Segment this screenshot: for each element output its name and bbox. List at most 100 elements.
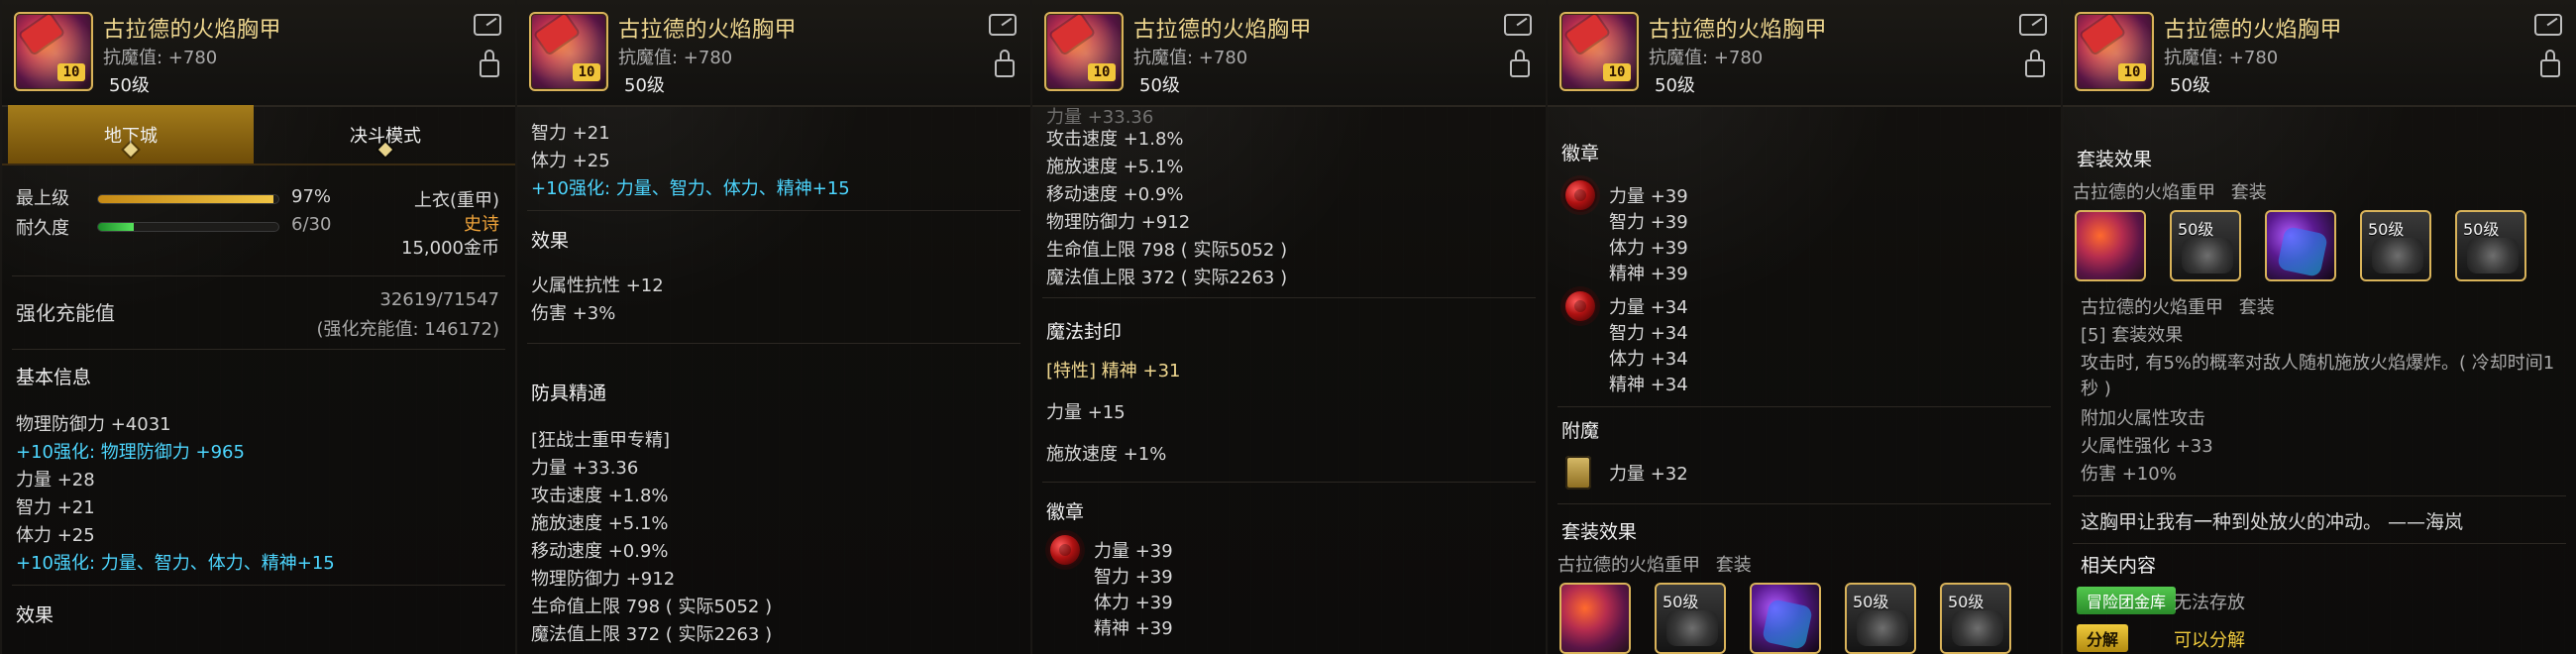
item-icon: 10 [1559,12,1639,91]
item-icon: 10 [529,12,608,91]
set-item-5[interactable]: 50级 [1940,583,2011,654]
p5-extra-line-2: 火属性强化 +33 [2081,436,2213,457]
item-icon-plus10: 10 [1088,63,1116,81]
lock-icon[interactable] [995,50,1015,77]
tab-dungeon[interactable]: 地下城 [8,105,254,164]
item-subtitle: 抗魔值: +780 [1133,48,1248,68]
item-title: 古拉德的火焰胸甲 [618,18,798,43]
p3-top-line-2: 施放速度 +5.1% [1046,157,1184,177]
share-icon[interactable] [474,14,501,36]
p4-emblem1-stat-2: 智力 +39 [1609,212,1688,233]
divider-1 [12,275,505,276]
p4-emblem2-stat-2: 智力 +34 [1609,323,1688,344]
item-icon: 10 [1044,12,1124,91]
p4-emblem-title: 徽章 [1561,143,1600,164]
tag-disassemble-label: 分解 [2087,630,2119,649]
basic-line-5: 体力 +25 [16,525,95,546]
basic-line-4: 智力 +21 [16,497,95,518]
share-icon[interactable] [2534,14,2562,36]
item-level: 50级 [1655,75,1695,96]
p4-set-title: 套装效果 [1561,521,1638,543]
p4-divider-1 [1557,406,2051,407]
set-item-4[interactable]: 50级 [2360,210,2431,281]
p2-top-line-2: 体力 +25 [531,151,610,171]
set-item-2[interactable]: 50级 [2170,210,2241,281]
item-level: 50级 [624,75,665,96]
p5-set-name-text: 古拉德的火焰重甲 [2073,182,2215,203]
set-item-2[interactable]: 50级 [1655,583,1726,654]
lock-icon[interactable] [2540,50,2560,77]
card-icon [1565,456,1591,490]
item-subtitle: 抗魔值: +780 [103,48,218,68]
mode-tabs: 地下城 决斗模式 [2,105,515,164]
p4-emblem2-stat-3: 体力 +34 [1609,349,1688,370]
set-item-5-level: 50级 [1948,593,1985,611]
lock-icon[interactable] [2025,50,2045,77]
share-icon[interactable] [989,14,1017,36]
p4-set-items: 50级 50级 50级 [1559,583,2011,654]
tag-disassemble: 分解 [2077,624,2129,652]
item-icon-plus10: 10 [573,63,600,81]
tag-adventure-vault-value: 无法存放 [2174,593,2245,613]
basic-title: 基本信息 [16,367,92,388]
p2-mastery-tag: [狂战士重甲专精] [531,430,671,451]
p5-desc-line-1: 攻击时, 有5%的概率对敌人随机施放火焰爆炸。( 冷却时间1 [2081,353,2555,374]
p4-emblem1-stat-4: 精神 +39 [1609,264,1688,284]
tag-adventure-vault: 冒险团金库 [2077,587,2177,614]
p2-mastery-line-2: 攻击速度 +1.8% [531,486,669,506]
set-item-4[interactable]: 50级 [1845,583,1916,654]
p5-divider-1 [2073,495,2566,496]
p3-emblem-stat-1: 力量 +39 [1094,541,1173,562]
set-item-1[interactable] [2075,210,2146,281]
p3-seal-title: 魔法封印 [1046,321,1123,343]
share-icon[interactable] [1504,14,1532,36]
tooltip-header: 10 古拉德的火焰胸甲 抗魔值: +780 50级 [2063,0,2576,107]
p3-divider-1 [1042,297,1536,298]
set-item-5[interactable]: 50级 [2455,210,2526,281]
basic-line-6: +10强化: 力量、智力、体力、精神+15 [16,553,335,574]
share-icon[interactable] [2019,14,2047,36]
set-item-3[interactable] [2265,210,2336,281]
top-progress-fill [98,195,273,203]
p5-set-suffix: 套装 [2230,182,2267,203]
set-item-3[interactable] [1750,583,1821,654]
item-subtitle: 抗魔值: +780 [1649,48,1764,68]
p5-set-items: 50级 50级 50级 [2075,210,2526,281]
durability-fill [98,223,135,231]
item-title: 古拉德的火焰胸甲 [2164,18,2343,43]
lock-icon[interactable] [480,50,499,77]
p2-divider-1 [527,210,1020,211]
tooltip-panel-3: 10 古拉德的火焰胸甲 抗魔值: +780 50级 力量 +33.36 攻击速度… [1030,0,1546,654]
tooltip-panel-1: 10 古拉德的火焰胸甲 抗魔值: +780 50级 地下城 决斗模式 最上级 9… [0,0,515,654]
item-level: 50级 [2170,75,2210,96]
set-item-1[interactable] [1559,583,1631,654]
tooltip-header: 10 古拉德的火焰胸甲 抗魔值: +780 50级 [2,0,515,107]
p4-emblem2-stat-4: 精神 +34 [1609,375,1688,395]
emblem-icon [1565,180,1595,210]
tooltip-header: 10 古拉德的火焰胸甲 抗魔值: +780 50级 [517,0,1030,107]
p3-divider-2 [1042,482,1536,483]
p2-mastery-line-4: 移动速度 +0.9% [531,541,669,562]
lock-icon[interactable] [1510,50,1530,77]
p2-mastery-line-3: 施放速度 +5.1% [531,513,669,534]
set-item-2-level: 50级 [2178,220,2214,239]
item-icon: 10 [14,12,93,91]
durability-value: 6/30 [291,214,332,235]
p3-top-line-6: 魔法值上限 372 ( 实际2263 ) [1046,268,1288,288]
divider-3 [12,585,505,586]
p5-set-name: 古拉德的火焰重甲 套装 [2073,178,2267,204]
item-subtitle: 抗魔值: +780 [618,48,733,68]
tab-duel[interactable]: 决斗模式 [260,105,511,164]
p3-seal-line-1: [特性] 精神 +31 [1046,361,1181,382]
p3-seal-line-3: 施放速度 +1% [1046,444,1167,465]
p5-set-suffix-2: 套装 [2238,297,2275,318]
rarity: 史诗 [464,214,499,235]
tooltip-strip: 10 古拉德的火焰胸甲 抗魔值: +780 50级 地下城 决斗模式 最上级 9… [0,0,2576,654]
p2-mastery-line-7: 魔法值上限 372 ( 实际2263 ) [531,624,773,645]
set-item-2-level: 50级 [1663,593,1699,611]
p3-seal-line-2: 力量 +15 [1046,402,1126,423]
item-title: 古拉德的火焰胸甲 [103,18,282,43]
p2-mastery-line-5: 物理防御力 +912 [531,569,676,590]
enhance-value: 32619/71547 [379,289,499,310]
p3-emblem-stat-3: 体力 +39 [1094,593,1173,613]
